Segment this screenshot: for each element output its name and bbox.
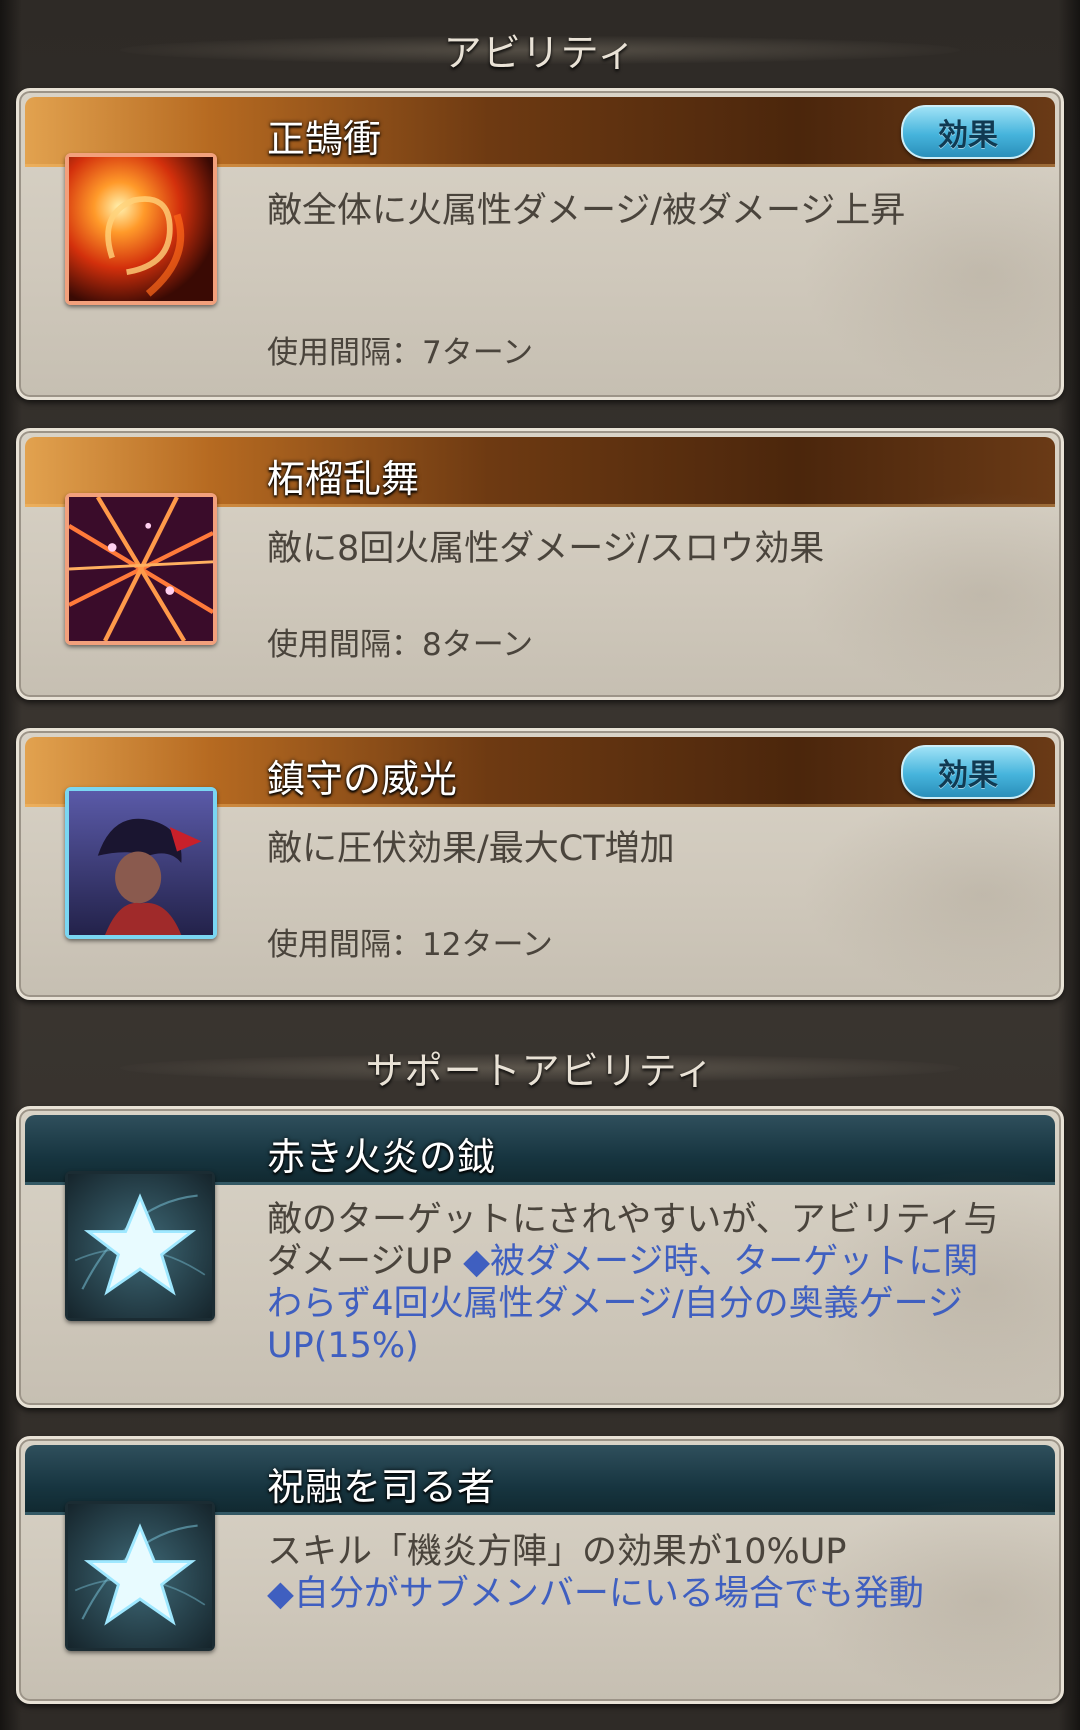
ability-card-1[interactable]: 正鵠衝 効果 敵全体に火属性ダメージ/被ダメージ上昇 使用間隔：7ターン [16, 88, 1064, 400]
ability-card-3[interactable]: 鎮守の威光 効果 敵に圧伏効果/最大CT増加 使用間隔：12ターン [16, 728, 1064, 1000]
ability-name: 正鵠衝 [267, 117, 382, 161]
character-portrait-icon [65, 787, 217, 939]
support-ability-main-text: スキル「機炎方陣」の効果が10%UP [267, 1532, 847, 1572]
support-ability-description: スキル「機炎方陣」の効果が10%UP ◆自分がサブメンバーにいる場合でも発動 [267, 1531, 1001, 1615]
crossing-slashes-icon [65, 493, 217, 645]
support-ability-card-1[interactable]: 赤き火炎の鉞 敵のターゲットにされやすいが、アビリティ与ダメージUP ◆被ダメー… [16, 1106, 1064, 1408]
ability-name: 柘榴乱舞 [267, 457, 420, 501]
ability-description: 敵に8回火属性ダメージ/スロウ効果 [267, 529, 825, 569]
ability-section-header: アビリティ [0, 18, 1080, 80]
ability-name: 鎮守の威光 [267, 757, 458, 801]
effect-button[interactable]: 効果 [901, 105, 1035, 159]
fire-orb-icon [65, 153, 217, 305]
star-icon [65, 1171, 215, 1321]
ability-cooldown: 使用間隔：7ターン [267, 335, 534, 371]
effect-button[interactable]: 効果 [901, 745, 1035, 799]
support-ability-description: 敵のターゲットにされやすいが、アビリティ与ダメージUP ◆被ダメージ時、ターゲッ… [267, 1199, 1001, 1367]
support-section-title: サポートアビリティ [365, 1048, 715, 1093]
ability-cooldown: 使用間隔：8ターン [267, 627, 534, 663]
support-ability-card-2[interactable]: 祝融を司る者 スキル「機炎方陣」の効果が10%UP ◆自分がサブメンバーにいる場… [16, 1436, 1064, 1704]
ability-card-2[interactable]: 柘榴乱舞 敵に8回火属性ダメージ/スロウ効果 使用間隔：8ターン [16, 428, 1064, 700]
effect-button-label: 効果 [938, 758, 998, 793]
support-ability-extra-text: ◆自分がサブメンバーにいる場合でも発動 [267, 1574, 924, 1614]
support-ability-name: 赤き火炎の鉞 [267, 1135, 496, 1179]
star-icon [65, 1501, 215, 1651]
ability-section-title: アビリティ [443, 30, 637, 75]
effect-button-label: 効果 [938, 118, 998, 153]
ability-description: 敵に圧伏効果/最大CT増加 [267, 829, 675, 869]
ability-cooldown: 使用間隔：12ターン [267, 927, 553, 963]
support-section-header: サポートアビリティ [0, 1036, 1080, 1098]
ability-list-page: アビリティ 正鵠衝 効果 敵全体に火属性ダメージ/被ダメージ上昇 使用間隔：7タ… [0, 0, 1080, 1730]
ability-description: 敵全体に火属性ダメージ/被ダメージ上昇 [267, 191, 906, 231]
support-ability-name: 祝融を司る者 [267, 1465, 496, 1509]
